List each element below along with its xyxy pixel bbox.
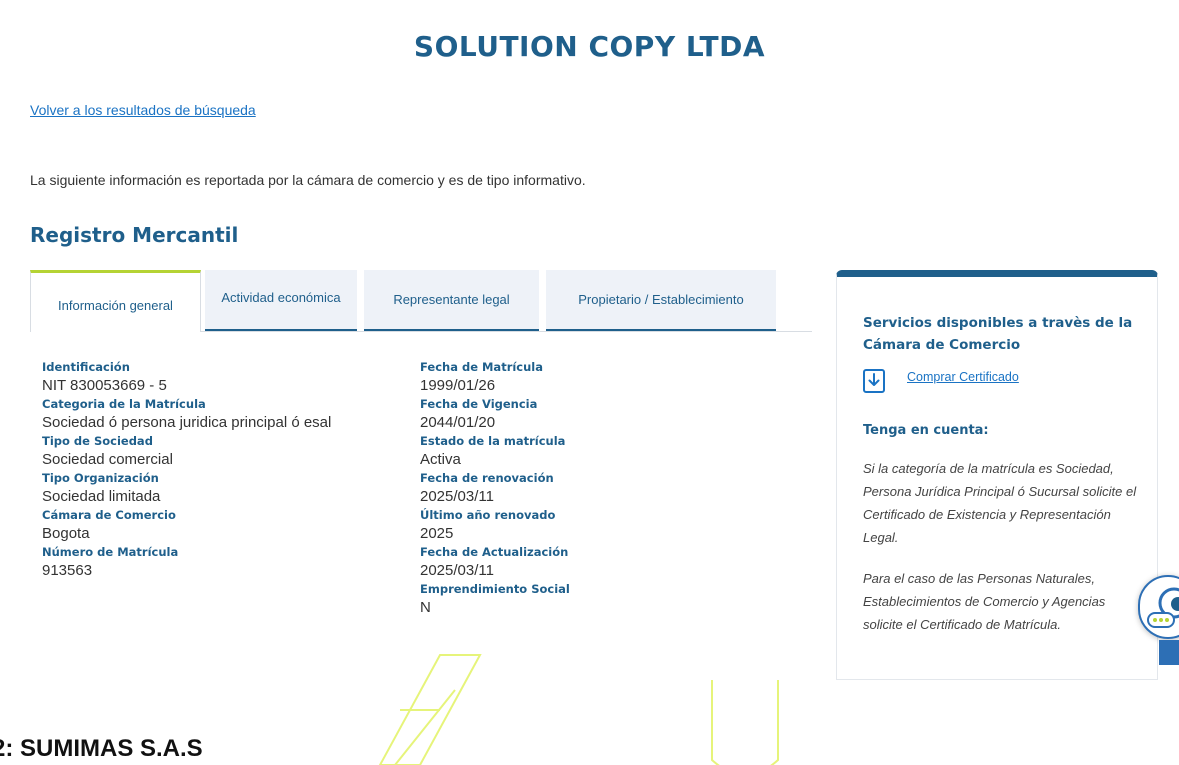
field-label-camara-comercio: Cámara de Comercio	[42, 508, 176, 522]
field-label-tipo-organizacion: Tipo Organización	[42, 471, 159, 485]
field-value-fecha-vigencia: 2044/01/20	[420, 414, 496, 431]
field-value-tipo-sociedad: Sociedad comercial	[42, 451, 173, 468]
field-label-tipo-sociedad: Tipo de Sociedad	[42, 434, 153, 448]
field-value-fecha-actualizacion: 2025/03/11	[420, 562, 494, 579]
field-value-emprendimiento-social: N	[420, 599, 431, 616]
company-title: SOLUTION COPY LTDA	[413, 30, 766, 63]
back-to-results-link[interactable]: Volver a los resultados de búsqueda	[30, 102, 256, 118]
field-label-fecha-actualizacion: Fecha de Actualización	[420, 545, 569, 559]
field-value-fecha-renovacion: 2025/03/11	[420, 488, 494, 505]
field-value-numero-matricula: 913563	[42, 562, 93, 579]
download-icon[interactable]	[863, 369, 885, 393]
tab-bar: Información general Actividad económica …	[30, 270, 812, 332]
field-label-emprendimiento-social: Emprendimiento Social	[420, 582, 570, 596]
note-paragraph-2: Para el caso de las Personas Naturales, …	[863, 571, 1106, 632]
field-label-identificacion: Identificación	[42, 360, 130, 374]
field-value-identificacion: NIT 830053669 - 5	[42, 377, 167, 394]
field-value-camara-comercio: Bogota	[42, 525, 90, 542]
tab-propietario-establecimiento[interactable]: Propietario / Establecimiento	[546, 270, 776, 331]
field-value-categoria: Sociedad ó persona juridica principal ó …	[42, 414, 332, 431]
side-edge-strip	[1159, 640, 1179, 665]
field-label-fecha-vigencia: Fecha de Vigencia	[420, 397, 538, 411]
next-result-heading: 2: SUMIMAS S.A.S	[0, 735, 203, 762]
section-title: Registro Mercantil	[30, 223, 239, 247]
field-label-fecha-renovacion: Fecha de renovación	[420, 471, 554, 485]
note-paragraph-1: Si la categoría de la matrícula es Socie…	[863, 461, 1137, 545]
field-label-numero-matricula: Número de Matrícula	[42, 545, 179, 559]
note-title: Tenga en cuenta:	[863, 423, 989, 438]
buy-certificate-link[interactable]: Comprar Certificado	[907, 370, 1019, 384]
services-panel-title: Servicios disponibles a travès de la Cám…	[863, 315, 1133, 353]
services-side-panel: Servicios disponibles a travès de la Cám…	[836, 270, 1158, 680]
field-value-ultimo-ano-renovado: 2025	[420, 525, 454, 542]
field-label-fecha-matricula: Fecha de Matrícula	[420, 360, 544, 374]
field-label-categoria: Categoria de la Matrícula	[42, 397, 206, 411]
field-label-estado-matricula: Estado de la matrícula	[420, 434, 566, 448]
tab-actividad-economica[interactable]: Actividad económica	[205, 270, 357, 331]
general-info-left-column: Identificación NIT 830053669 - 5 Categor…	[42, 360, 331, 582]
general-info-right-column: Fecha de Matrícula 1999/01/26 Fecha de V…	[420, 360, 570, 619]
tab-informacion-general[interactable]: Información general	[30, 270, 201, 332]
field-value-tipo-organizacion: Sociedad limitada	[42, 488, 161, 505]
field-label-ultimo-ano-renovado: Último año renovado	[420, 508, 556, 522]
field-value-fecha-matricula: 1999/01/26	[420, 377, 496, 394]
tab-representante-legal[interactable]: Representante legal	[364, 270, 539, 331]
intro-text: La siguiente información es reportada po…	[30, 172, 586, 188]
field-value-estado-matricula: Activa	[420, 451, 461, 468]
chat-assistant-icon	[1147, 587, 1179, 628]
